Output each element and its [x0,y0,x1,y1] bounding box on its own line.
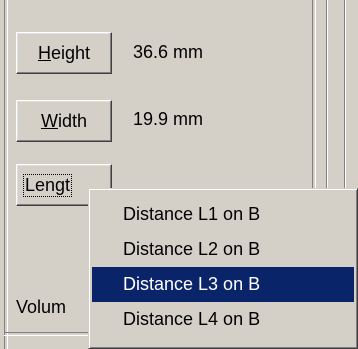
width-button[interactable]: Width [16,100,112,142]
length-button-label: Lengt [23,173,73,197]
menu-item-distance-l2[interactable]: Distance L2 on B [92,232,354,267]
height-value: 36.6 mm [133,42,204,62]
width-button-label: idth [57,110,88,131]
length-context-menu: Distance L1 on B Distance L2 on B Distan… [88,188,358,349]
height-button-label: eight [50,42,91,63]
height-button-mnemonic: H [37,42,51,63]
volume-label: Volum [16,297,67,317]
groupbox-left-edge [4,0,8,349]
menu-item-distance-l4[interactable]: Distance L4 on B [92,302,354,337]
width-button-mnemonic: W [40,110,58,131]
height-button[interactable]: Height [16,32,112,74]
menu-item-distance-l1[interactable]: Distance L1 on B [92,197,354,232]
menu-item-distance-l3[interactable]: Distance L3 on B [92,267,354,302]
width-value: 19.9 mm [133,109,204,129]
